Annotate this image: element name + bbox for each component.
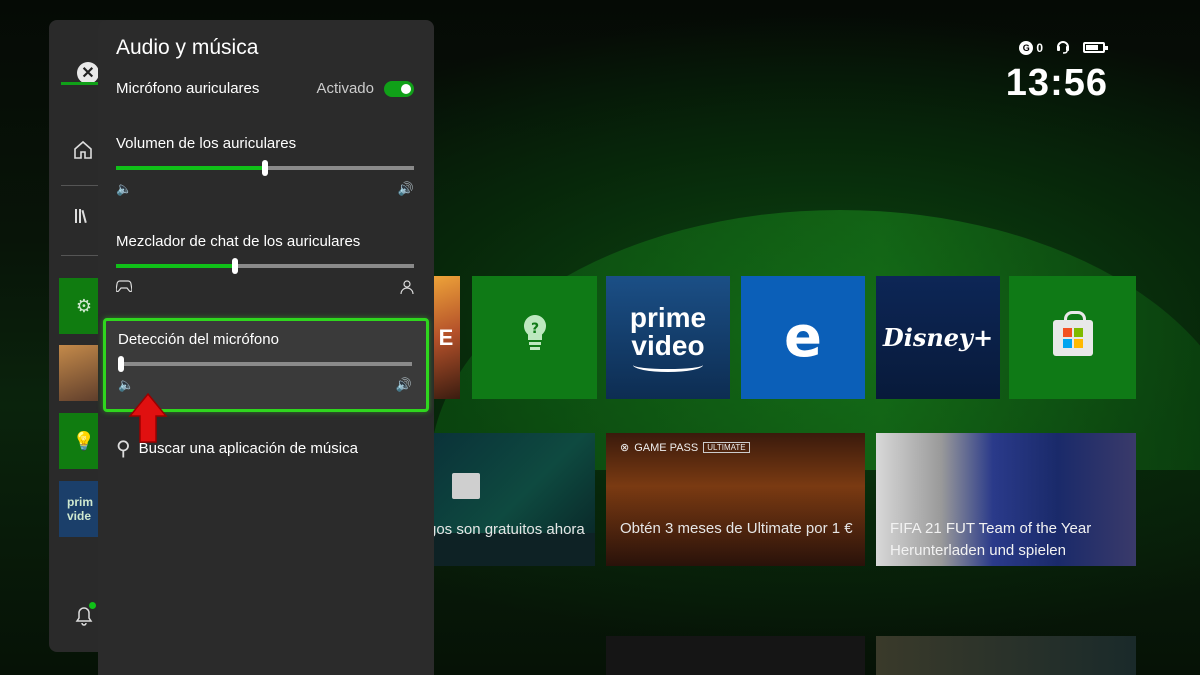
headset-mic-row[interactable]: Micrófono auriculares Activado <box>116 80 414 97</box>
xbox-icon: ⊗ <box>620 442 630 454</box>
mic-monitoring-slider[interactable] <box>117 356 412 372</box>
gamerscore-count: 0 <box>1036 40 1043 55</box>
prime-smile-icon <box>633 358 703 372</box>
headset-volume-slider[interactable] <box>116 160 414 176</box>
status-bar: G 0 <box>1019 38 1108 57</box>
card-free-games-image <box>420 433 595 533</box>
edge-icon: e <box>784 305 822 370</box>
person-icon <box>400 280 414 298</box>
card-fifa[interactable]: FIFA 21 FUT Team of the Year Herunterlad… <box>876 433 1136 566</box>
tile-tips[interactable]: ? <box>472 276 597 399</box>
headset-mic-toggle[interactable] <box>384 80 414 97</box>
tile-fortnite-letter: E <box>438 324 454 350</box>
tile-store[interactable] <box>1009 276 1136 399</box>
clock: 13:56 <box>1005 62 1108 104</box>
headset-mic-state-text: Activado <box>316 80 374 97</box>
home-icon[interactable] <box>73 140 93 166</box>
tile-prime-video[interactable]: prime video <box>606 276 730 399</box>
headset-mic-label: Micrófono auriculares <box>116 80 260 97</box>
prime-text: prime <box>629 301 707 333</box>
rail-video-text: vide <box>67 509 92 523</box>
rail-prime-text: prim <box>67 495 94 509</box>
headset-volume-fill <box>116 166 265 170</box>
video-text: video <box>631 329 705 361</box>
store-bag-icon <box>1052 310 1093 356</box>
tile-edge[interactable]: e <box>741 276 865 399</box>
store-bag-icon <box>452 473 480 499</box>
card-free-games[interactable]: gos son gratuitos ahora <box>420 433 595 566</box>
mic-monitoring-thumb[interactable] <box>117 356 124 372</box>
lightbulb-icon: 💡 <box>72 430 96 451</box>
controller-icon <box>115 280 133 298</box>
card-free-games-text: gos son gratuitos ahora <box>428 521 585 538</box>
music-app-search-label: Buscar una aplicación de música <box>138 439 358 457</box>
library-icon[interactable] <box>73 206 93 232</box>
chat-mixer-section: Mezclador de chat de los auriculares <box>115 233 414 298</box>
battery-icon <box>1083 42 1108 53</box>
ultimate-label: ULTIMATE <box>703 442 750 453</box>
game-pass-label: GAME PASS <box>634 441 699 454</box>
tile-disney-plus[interactable]: Disney+ <box>876 276 1000 399</box>
headset-icon <box>1055 38 1071 57</box>
panel-title: Audio y música <box>116 36 259 59</box>
volume-low-icon: 🔈 <box>116 182 133 197</box>
chat-mixer-label: Mezclador de chat de los auriculares <box>116 233 361 250</box>
gamerscore-icon: G <box>1019 40 1034 55</box>
card-row-3-left[interactable] <box>606 636 865 675</box>
card-fifa-text: FIFA 21 FUT Team of the Year Herunterlad… <box>890 520 1092 559</box>
notification-dot <box>89 602 96 609</box>
headset-mic-state: Activado <box>316 80 414 97</box>
lightbulb-icon: ? <box>520 313 550 363</box>
disney-logo: Disney+ <box>882 323 994 352</box>
mic-monitoring-icons: 🔈 🔊 <box>118 378 412 393</box>
mic-monitoring-inner: Detección del micrófono 🔈 🔊 <box>117 331 412 393</box>
headset-volume-thumb[interactable] <box>262 160 268 176</box>
volume-high-icon: 🔊 <box>397 182 414 197</box>
svg-text:?: ? <box>530 321 538 337</box>
headset-volume-section: Volumen de los auriculares 🔈 🔊 <box>116 135 414 197</box>
chat-mixer-icons <box>115 280 414 298</box>
chat-mixer-fill <box>116 264 236 268</box>
chat-mixer-slider[interactable] <box>116 258 414 274</box>
volume-low-icon: 🔈 <box>118 378 135 393</box>
mic-monitoring-label: Detección del micrófono <box>118 331 279 348</box>
xbox-logo-icon[interactable]: ✕ <box>77 62 99 84</box>
annotation-arrow-icon <box>128 392 168 443</box>
gamerscore: G 0 <box>1019 40 1043 55</box>
card-game-pass[interactable]: ⊗ GAME PASS ULTIMATE Obtén 3 meses de Ul… <box>606 433 865 566</box>
headset-volume-label: Volumen de los auriculares <box>116 135 297 152</box>
card-row-3-right[interactable] <box>876 636 1136 675</box>
volume-high-icon: 🔊 <box>395 378 412 393</box>
game-pass-badge: ⊗ GAME PASS ULTIMATE <box>620 441 750 454</box>
headset-volume-icons: 🔈 🔊 <box>116 182 414 197</box>
notifications-bell-icon[interactable] <box>75 602 96 631</box>
gear-icon: ⚙ <box>75 295 93 316</box>
card-game-pass-text: Obtén 3 meses de Ultimate por 1 € <box>620 520 853 537</box>
chat-mixer-thumb[interactable] <box>232 258 239 274</box>
